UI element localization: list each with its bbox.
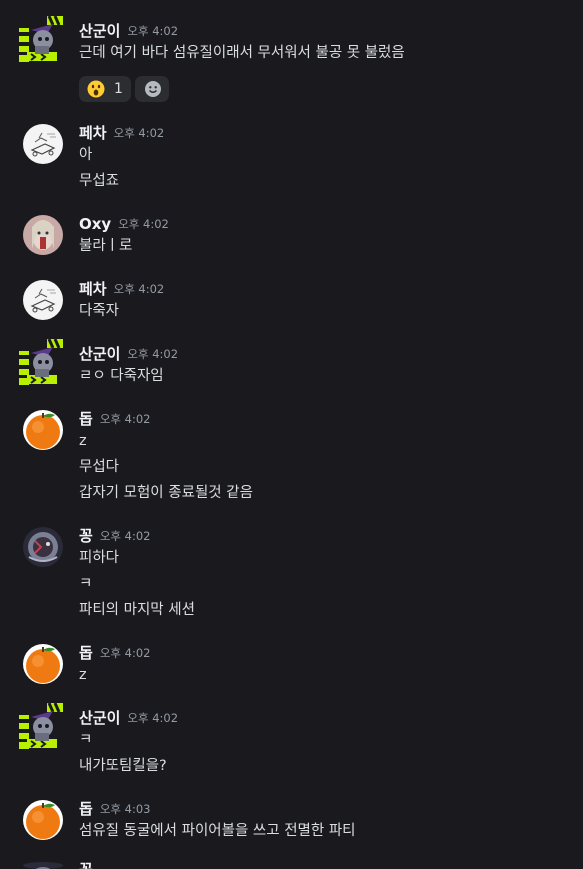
mascot-avatar-icon [19,339,65,385]
orange-avatar-icon [23,644,63,684]
timestamp: 오후 4:03 [99,802,151,816]
message-header: 돕 오후 4:03 [79,798,150,820]
sketch-avatar-icon [23,124,63,164]
orange-avatar-icon [23,410,63,450]
username[interactable]: 산군이 [79,343,120,365]
message-text: 섬유질 동굴에서 파이어볼을 쓰고 전멸한 파티 [79,823,356,839]
reaction-count: 1 [114,81,123,97]
timestamp: 오후 4:02 [113,126,165,140]
username[interactable]: Oxy [79,213,111,235]
avatar[interactable] [23,410,63,450]
avatar[interactable] [19,703,65,749]
space-avatar-icon [23,527,63,567]
character-avatar-icon [23,215,63,255]
username[interactable]: 돕 [79,408,93,430]
message-text: 다죽자 [79,303,120,319]
username[interactable]: 돕 [79,798,93,820]
mascot-avatar-icon [19,703,65,749]
astonished-face-icon [87,80,105,98]
add-reaction-icon [145,81,161,97]
timestamp: 오후 4:02 [118,217,169,231]
avatar[interactable] [19,16,65,62]
message-header: 페차 오후 4:02 [79,278,164,300]
timestamp: 오후 4:02 [127,711,179,725]
message-text: 무섭다 [79,459,120,475]
avatar[interactable] [23,800,63,840]
space-avatar-icon [23,862,63,869]
message-header: 페차 오후 4:02 [79,122,164,144]
message-text: z [79,433,87,449]
avatar[interactable] [23,644,63,684]
message-header: 돕 오후 4:02 [79,408,150,430]
timestamp: 오후 4:02 [127,347,179,361]
username[interactable]: 페차 [79,122,107,144]
message-header: 산군이 오후 4:02 [79,343,178,365]
sketch-avatar-icon [23,280,63,320]
username[interactable]: 꽁 [79,525,93,547]
message-header: 돕 오후 4:02 [79,642,150,664]
message-header: 꽁 [79,859,93,869]
message-text: 불라ㅣ로 [79,238,133,254]
avatar[interactable] [23,124,63,164]
timestamp: 오후 4:02 [113,282,165,296]
timestamp: 오후 4:02 [127,24,179,38]
message-header: 산군이 오후 4:02 [79,707,178,729]
message-text: 피하다 [79,550,120,566]
message-header: 꽁 오후 4:02 [79,525,150,547]
chat-message-list: 산군이 오후 4:02 근데 여기 바다 섬유질이래서 무서워서 불공 못 불렀음… [0,0,583,869]
avatar[interactable] [19,339,65,385]
username[interactable]: 산군이 [79,20,120,42]
message-text: ㅋ [79,732,93,748]
timestamp: 오후 4:02 [99,646,151,660]
username[interactable]: 꽁 [79,859,93,869]
reaction-astonished[interactable]: 1 [79,76,131,102]
username[interactable]: 페차 [79,278,107,300]
message-text: 무섭죠 [79,173,120,189]
message-text: ㄹㅇ 다죽자임 [79,368,164,384]
timestamp: 오후 4:02 [99,529,151,543]
avatar[interactable] [23,280,63,320]
message-text: 아 [79,147,93,163]
message-text: 근데 여기 바다 섬유질이래서 무서워서 불공 못 불렀음 [79,45,405,61]
message-text: z [79,667,87,683]
message-text: ㅋ [79,576,93,592]
username[interactable]: 돕 [79,642,93,664]
timestamp: 오후 4:02 [99,412,151,426]
message-header: Oxy 오후 4:02 [79,213,169,235]
avatar[interactable] [23,215,63,255]
avatar[interactable] [23,527,63,567]
message-text: 내가또팀킬을? [79,758,167,774]
orange-avatar-icon [23,800,63,840]
message-text: 갑자기 모험이 종료될것 같음 [79,485,253,501]
avatar[interactable] [23,862,63,869]
add-reaction-button[interactable] [135,76,169,102]
username[interactable]: 산군이 [79,707,120,729]
message-header: 산군이 오후 4:02 [79,20,178,42]
mascot-avatar-icon [19,16,65,62]
message-text: 파티의 마지막 세션 [79,602,195,618]
